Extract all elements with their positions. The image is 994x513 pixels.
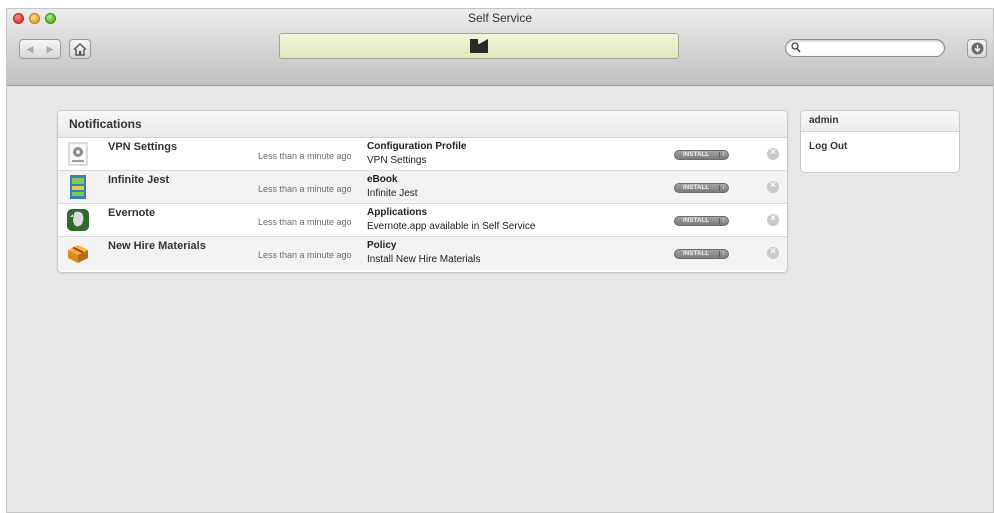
notifications-panel: Notifications VPN Settings Less than a m…: [57, 110, 788, 273]
install-label: INSTALL: [683, 185, 710, 191]
close-icon: ×: [770, 213, 776, 224]
notifications-title: Notifications: [69, 117, 142, 131]
notification-category: Applications: [367, 207, 428, 218]
notification-name: Infinite Jest: [108, 174, 170, 186]
info-icon[interactable]: i: [718, 218, 724, 224]
info-icon[interactable]: i: [718, 251, 724, 257]
info-icon[interactable]: i: [718, 152, 724, 158]
install-label: INSTALL: [683, 152, 710, 158]
config-profile-icon: [68, 142, 88, 166]
download-icon: [971, 42, 983, 55]
close-icon: ×: [770, 180, 776, 191]
notification-name: New Hire Materials: [108, 240, 206, 252]
self-service-window: Self Service ◀ ▶ Notifications VPN Setti…: [6, 8, 994, 513]
notification-row[interactable]: Evernote Less than a minute ago Applicat…: [58, 204, 787, 237]
notifications-header: Notifications: [58, 111, 787, 138]
user-panel-header: admin: [801, 111, 959, 132]
notification-row[interactable]: New Hire Materials Less than a minute ag…: [58, 237, 787, 270]
user-panel: admin Log Out: [800, 110, 960, 173]
status-display: [279, 33, 679, 59]
dismiss-button[interactable]: ×: [767, 246, 779, 259]
casper-logo-icon: [470, 39, 488, 53]
evernote-icon: [67, 209, 89, 231]
notification-time: Less than a minute ago: [258, 151, 352, 161]
install-button[interactable]: INSTALL i: [674, 150, 729, 160]
dismiss-button[interactable]: ×: [767, 180, 779, 193]
install-button[interactable]: INSTALL i: [674, 183, 729, 193]
book-cover-icon: [70, 175, 86, 199]
search-input[interactable]: [804, 41, 938, 57]
install-label: INSTALL: [683, 218, 710, 224]
notification-category: Policy: [367, 240, 397, 251]
window-toolbar: Self Service ◀ ▶: [7, 9, 993, 86]
close-icon: ×: [770, 246, 776, 257]
forward-arrow-icon[interactable]: ▶: [47, 44, 54, 54]
home-button[interactable]: [69, 39, 91, 59]
install-button[interactable]: INSTALL i: [674, 249, 729, 259]
package-icon: [68, 245, 88, 263]
back-forward-buttons: ◀ ▶: [19, 39, 61, 59]
download-button[interactable]: [967, 39, 987, 58]
search-icon: [791, 42, 801, 53]
notification-detail: Infinite Jest: [367, 188, 418, 199]
window-title: Self Service: [467, 11, 533, 25]
back-arrow-icon[interactable]: ◀: [27, 44, 34, 54]
install-button[interactable]: INSTALL i: [674, 216, 729, 226]
home-icon: [73, 42, 87, 56]
logout-link[interactable]: Log Out: [809, 141, 847, 152]
notification-time: Less than a minute ago: [258, 184, 352, 194]
dismiss-button[interactable]: ×: [767, 147, 779, 160]
install-label: INSTALL: [683, 251, 710, 257]
notification-name: VPN Settings: [108, 141, 178, 153]
notification-name: Evernote: [108, 207, 156, 219]
notification-detail: Install New Hire Materials: [367, 254, 481, 265]
notification-detail: Evernote.app available in Self Service: [367, 221, 536, 232]
username: admin: [809, 115, 839, 126]
dismiss-button[interactable]: ×: [767, 213, 779, 226]
notification-category: Configuration Profile: [367, 141, 467, 152]
close-icon: ×: [770, 147, 776, 158]
search-field[interactable]: [785, 39, 945, 57]
notification-time: Less than a minute ago: [258, 217, 352, 227]
info-icon[interactable]: i: [718, 185, 724, 191]
notification-row[interactable]: VPN Settings Less than a minute ago Conf…: [58, 138, 787, 171]
notification-row[interactable]: Infinite Jest Less than a minute ago eBo…: [58, 171, 787, 204]
notification-time: Less than a minute ago: [258, 250, 352, 260]
notification-category: eBook: [367, 174, 398, 185]
notification-detail: VPN Settings: [367, 155, 427, 166]
